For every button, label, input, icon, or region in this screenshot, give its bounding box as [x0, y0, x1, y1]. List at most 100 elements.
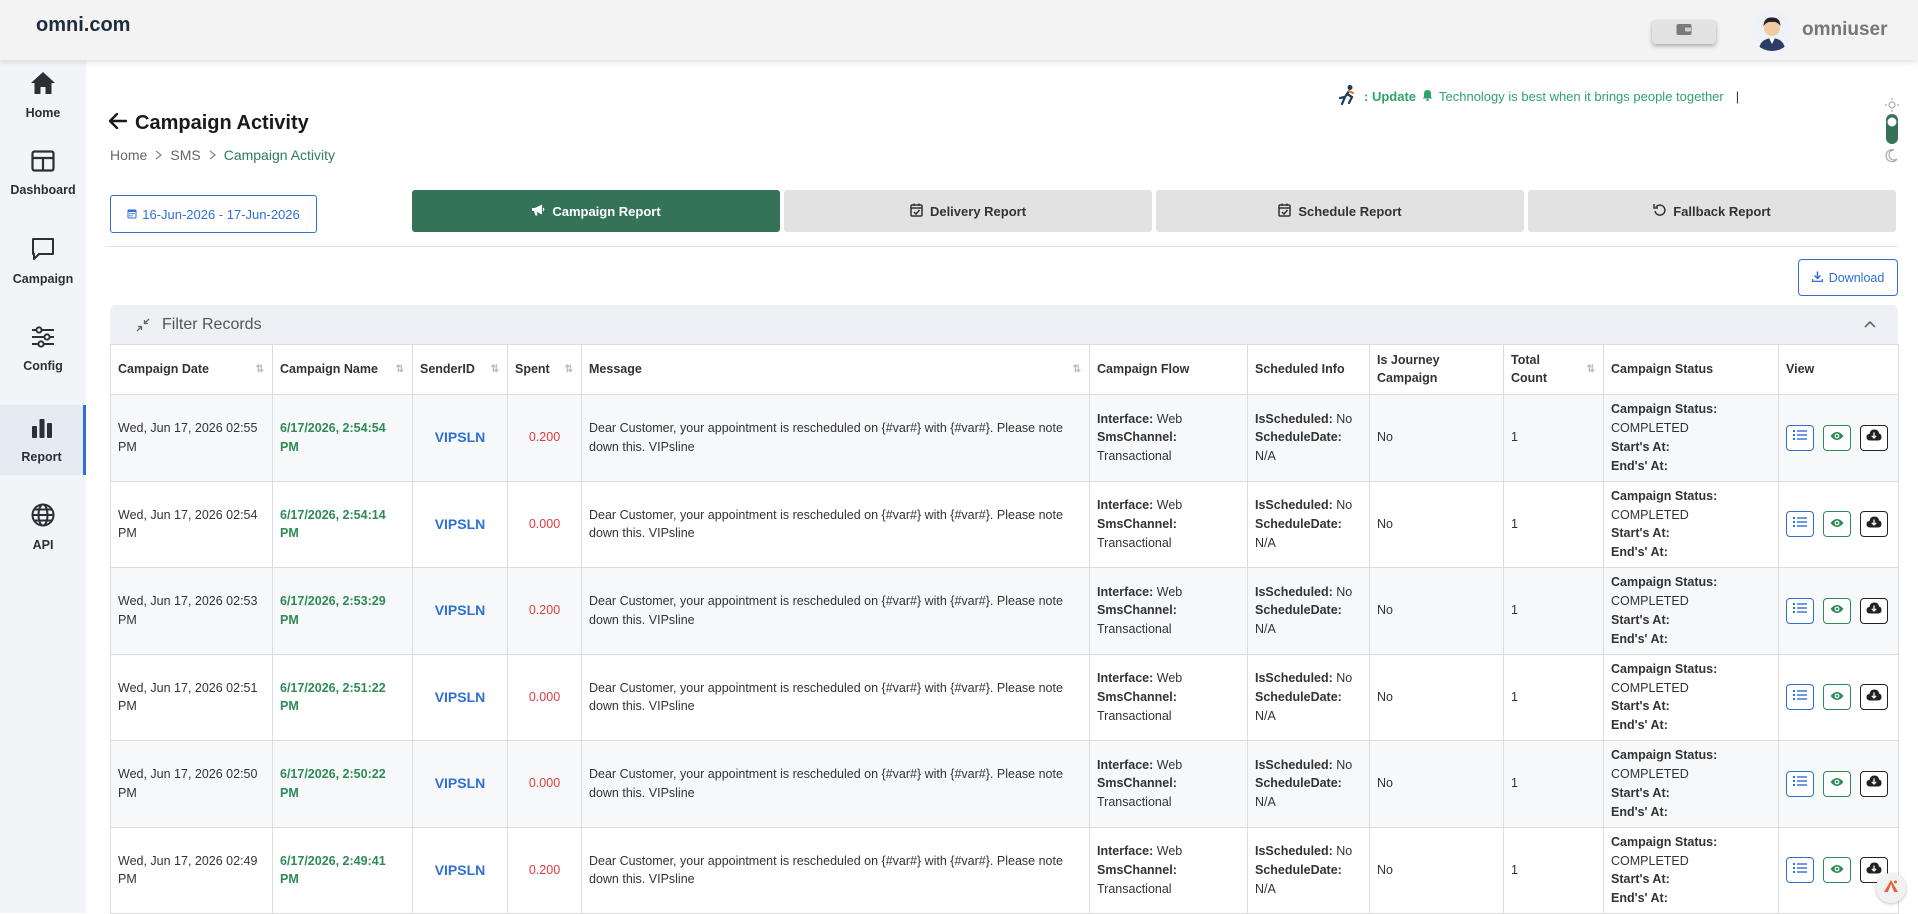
sender-id: VIPSLN — [434, 429, 486, 446]
col-spent[interactable]: Spent ⇅ — [507, 344, 582, 395]
breadcrumb-current: Campaign Activity — [223, 147, 335, 163]
username[interactable]: omniuser — [1802, 19, 1888, 41]
sun-icon — [1885, 98, 1899, 112]
ends-at-label: End's' At: — [1611, 718, 1668, 732]
back-arrow-icon[interactable] — [108, 112, 128, 135]
sidebar-item-label: Campaign — [12, 271, 74, 286]
cell-spent: 0.200 — [507, 826, 582, 914]
details-button[interactable] — [1786, 424, 1814, 451]
dashboard-icon — [31, 149, 55, 177]
campaign-name-link[interactable]: 6/17/2026, 2:53:29 PM — [280, 594, 386, 627]
wallet-button[interactable] — [1652, 20, 1716, 44]
cell-message: Dear Customer, your appointment is resch… — [581, 480, 1090, 568]
is-journey-value: No — [1377, 862, 1393, 877]
starts-at-label: Start's At: — [1611, 439, 1670, 454]
cell-campaign-date: Wed, Jun 17, 2026 02:54 PM — [110, 480, 273, 568]
date-range-picker[interactable]: 16-Jun-2026 - 17-Jun-2026 — [110, 195, 317, 233]
sort-icon: ⇅ — [1586, 364, 1595, 375]
col-sender-id[interactable]: SenderID ⇅ — [412, 344, 508, 395]
theme-toggle[interactable] — [1880, 96, 1904, 166]
preview-button[interactable] — [1823, 684, 1851, 711]
news-ticker: : Update Technology is best when it brin… — [1336, 84, 1739, 109]
campaign-name-link[interactable]: 6/17/2026, 2:51:22 PM — [280, 681, 386, 714]
breadcrumb-sms[interactable]: SMS — [170, 147, 200, 163]
details-button[interactable] — [1786, 597, 1814, 624]
preview-button[interactable] — [1823, 424, 1851, 451]
preview-button[interactable] — [1823, 511, 1851, 538]
details-button[interactable] — [1786, 511, 1814, 538]
sms-channel-value: Transactional — [1097, 449, 1172, 464]
breadcrumb-home[interactable]: Home — [110, 147, 147, 163]
col-total-count[interactable]: Total Count ⇅ — [1503, 344, 1604, 395]
list-icon — [1793, 774, 1807, 793]
sidebar-item-label: Home — [25, 105, 61, 120]
ticker-cursor: | — [1735, 89, 1740, 104]
col-message[interactable]: Message ⇅ — [581, 344, 1090, 395]
preview-button[interactable] — [1823, 770, 1851, 797]
filter-records-bar[interactable]: Filter Records — [110, 305, 1898, 345]
cloud-download-button[interactable] — [1860, 770, 1888, 797]
preview-button[interactable] — [1823, 597, 1851, 624]
moon-icon — [1885, 149, 1898, 163]
table-row: Wed, Jun 17, 2026 02:53 PM 6/17/2026, 2:… — [110, 567, 1899, 655]
tab-label: Delivery Report — [929, 203, 1027, 219]
brand-logo[interactable]: omni.com — [36, 14, 130, 37]
details-button[interactable] — [1786, 684, 1814, 711]
tab-schedule-report[interactable]: Schedule Report — [1156, 190, 1524, 232]
cell-campaign-status: Campaign Status: COMPLETED Start's At: E… — [1603, 567, 1779, 655]
download-button[interactable]: Download — [1798, 259, 1898, 296]
campaign-name-link[interactable]: 6/17/2026, 2:54:54 PM — [280, 421, 386, 454]
chevron-up-icon[interactable] — [1864, 320, 1876, 328]
ticker-prefix: : Update — [1364, 89, 1416, 104]
is-journey-value: No — [1377, 603, 1393, 618]
sms-channel-value: Transactional — [1097, 622, 1172, 637]
tab-fallback-report[interactable]: Fallback Report — [1528, 190, 1896, 232]
list-icon — [1793, 688, 1807, 707]
cloud-download-button[interactable] — [1860, 597, 1888, 624]
undo-icon — [1653, 203, 1666, 219]
col-campaign-date[interactable]: Campaign Date ⇅ — [110, 344, 273, 395]
divider — [106, 246, 1898, 247]
campaign-name-link[interactable]: 6/17/2026, 2:54:14 PM — [280, 508, 386, 541]
avatar[interactable] — [1751, 9, 1793, 51]
cell-scheduled-info: IsScheduled: No ScheduleDate: N/A — [1247, 394, 1370, 482]
interface-value: Web — [1156, 671, 1183, 686]
sidebar-item-home[interactable]: Home — [0, 60, 86, 130]
campaign-status-value: COMPLETED — [1611, 680, 1689, 695]
sms-channel-label: SmsChannel: — [1097, 516, 1177, 531]
megaphone-icon — [531, 204, 545, 219]
sender-id: VIPSLN — [434, 515, 486, 532]
cell-spent: 0.000 — [507, 653, 582, 741]
sidebar-item-report[interactable]: Report — [0, 405, 86, 475]
table-row: Wed, Jun 17, 2026 02:50 PM 6/17/2026, 2:… — [110, 740, 1899, 828]
floating-help-button[interactable] — [1876, 873, 1906, 903]
sidebar-item-campaign[interactable]: Campaign — [0, 226, 86, 296]
tab-delivery-report[interactable]: Delivery Report — [784, 190, 1152, 232]
details-button[interactable] — [1786, 857, 1814, 884]
preview-button[interactable] — [1823, 857, 1851, 884]
sidebar-item-dashboard[interactable]: Dashboard — [0, 138, 86, 208]
details-button[interactable] — [1786, 770, 1814, 797]
cloud-download-button[interactable] — [1860, 684, 1888, 711]
chevron-right-icon — [155, 147, 163, 163]
is-scheduled-value: No — [1336, 844, 1353, 859]
tab-campaign-report[interactable]: Campaign Report — [412, 190, 780, 232]
report-tabs: Campaign Report Delivery Report Schedule… — [412, 190, 1896, 232]
sender-id: VIPSLN — [434, 688, 486, 705]
col-campaign-name[interactable]: Campaign Name ⇅ — [272, 344, 413, 395]
cell-sender-id: VIPSLN — [412, 567, 508, 655]
campaign-name-link[interactable]: 6/17/2026, 2:49:41 PM — [280, 854, 386, 887]
sms-channel-label: SmsChannel: — [1097, 430, 1177, 445]
total-count-value: 1 — [1511, 689, 1518, 704]
header-label: SenderID — [420, 361, 475, 376]
sidebar-item-config[interactable]: Config — [0, 314, 86, 384]
campaign-name-link[interactable]: 6/17/2026, 2:50:22 PM — [280, 767, 386, 800]
cell-campaign-status: Campaign Status: COMPLETED Start's At: E… — [1603, 394, 1779, 482]
cloud-download-button[interactable] — [1860, 424, 1888, 451]
sidebar-item-api[interactable]: API — [0, 492, 86, 562]
cell-total-count: 1 — [1503, 480, 1604, 568]
sort-icon: ⇅ — [490, 364, 499, 375]
cloud-download-button[interactable] — [1860, 511, 1888, 538]
col-campaign-flow: Campaign Flow — [1089, 344, 1248, 395]
list-icon — [1793, 428, 1807, 447]
